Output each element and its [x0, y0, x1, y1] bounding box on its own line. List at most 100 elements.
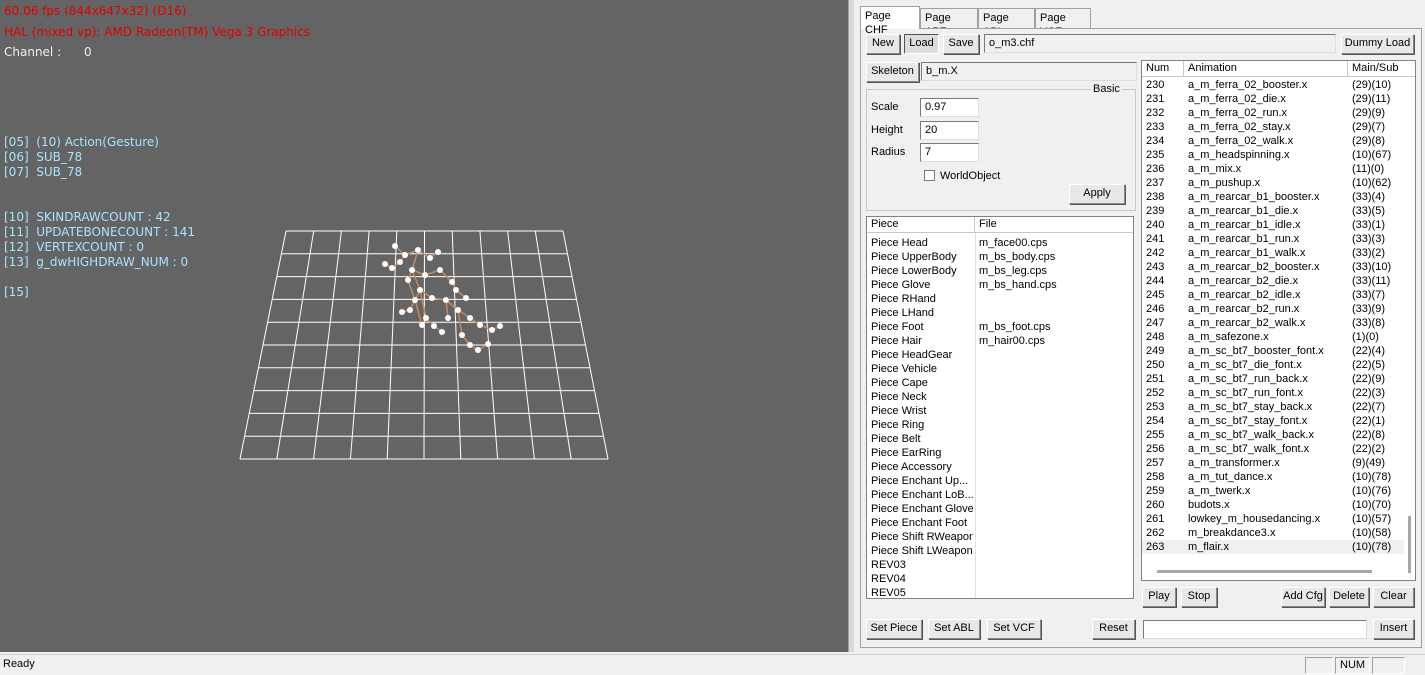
- animation-row[interactable]: 236 a_m_mix.x (11)(0): [1142, 162, 1404, 176]
- piece-row[interactable]: Piece Glove m_bs_hand.cps: [867, 278, 1133, 292]
- dummy-load-button[interactable]: Dummy Load: [1341, 34, 1414, 54]
- piece-row[interactable]: Piece HeadGear: [867, 348, 1133, 362]
- animation-row[interactable]: 230 a_m_ferra_02_booster.x (29)(10): [1142, 78, 1404, 92]
- piece-row[interactable]: Piece Shift RWeapon: [867, 530, 1133, 544]
- animation-row[interactable]: 241 a_m_rearcar_b1_run.x (33)(3): [1142, 232, 1404, 246]
- tab-page-vcf[interactable]: Page VCF: [1035, 8, 1091, 38]
- set-piece-button[interactable]: Set Piece: [866, 619, 922, 639]
- piece-row[interactable]: Piece Shift LWeapon: [867, 544, 1133, 558]
- animation-row[interactable]: 262 m_breakdance3.x (10)(58): [1142, 526, 1404, 540]
- world-object-checkbox[interactable]: [924, 170, 935, 181]
- piece-row[interactable]: Piece LowerBody m_bs_leg.cps: [867, 264, 1133, 278]
- piece-row[interactable]: Piece Wrist: [867, 404, 1133, 418]
- animation-row[interactable]: 250 a_m_sc_bt7_die_font.x (22)(5): [1142, 358, 1404, 372]
- piece-column-header[interactable]: Piece: [867, 217, 975, 233]
- piece-row[interactable]: Piece Head m_face00.cps: [867, 236, 1133, 250]
- 3d-viewport[interactable]: 60.06 fps (844x647x32) (D16) HAL (mixed …: [0, 0, 848, 652]
- animation-column-header[interactable]: Animation: [1184, 61, 1348, 77]
- main-sub-column-header[interactable]: Main/Sub: [1348, 61, 1415, 77]
- animation-row[interactable]: 238 a_m_rearcar_b1_booster.x (33)(4): [1142, 190, 1404, 204]
- skeleton-file-field[interactable]: b_m.X: [921, 62, 1137, 81]
- animation-row[interactable]: 261 lowkey_m_housedancing.x (10)(57): [1142, 512, 1404, 526]
- piece-row[interactable]: Piece Neck: [867, 390, 1133, 404]
- piece-row[interactable]: Piece Enchant LoB...: [867, 488, 1133, 502]
- animation-row[interactable]: 247 a_m_rearcar_b2_walk.x (33)(8): [1142, 316, 1404, 330]
- animation-row[interactable]: 254 a_m_sc_bt7_stay_font.x (22)(1): [1142, 414, 1404, 428]
- piece-row[interactable]: Piece UpperBody m_bs_body.cps: [867, 250, 1133, 264]
- tab-page-abl[interactable]: Page ABL: [978, 8, 1035, 38]
- piece-row[interactable]: REV04: [867, 572, 1133, 586]
- piece-row[interactable]: Piece Foot m_bs_foot.cps: [867, 320, 1133, 334]
- animation-row[interactable]: 242 a_m_rearcar_b1_walk.x (33)(2): [1142, 246, 1404, 260]
- piece-row[interactable]: Piece Enchant Foot: [867, 516, 1133, 530]
- animation-row[interactable]: 251 a_m_sc_bt7_run_back.x (22)(9): [1142, 372, 1404, 386]
- piece-row[interactable]: REV05: [867, 586, 1133, 598]
- animation-row[interactable]: 245 a_m_rearcar_b2_idle.x (33)(7): [1142, 288, 1404, 302]
- add-cfg-button[interactable]: Add Cfg: [1281, 587, 1325, 607]
- reset-button[interactable]: Reset: [1092, 619, 1135, 639]
- play-button[interactable]: Play: [1142, 587, 1176, 607]
- animation-row[interactable]: 259 a_m_twerk.x (10)(76): [1142, 484, 1404, 498]
- file-column-header[interactable]: File: [975, 217, 1133, 233]
- piece-row[interactable]: Piece Hair m_hair00.cps: [867, 334, 1133, 348]
- piece-row[interactable]: Piece Vehicle: [867, 362, 1133, 376]
- piece-row[interactable]: Piece Accessory: [867, 460, 1133, 474]
- scale-input[interactable]: 0.97: [920, 98, 979, 117]
- animation-row[interactable]: 248 a_m_safezone.x (1)(0): [1142, 330, 1404, 344]
- animation-row[interactable]: 240 a_m_rearcar_b1_idle.x (33)(1): [1142, 218, 1404, 232]
- animation-name: budots.x: [1188, 499, 1230, 511]
- height-input[interactable]: 20: [920, 121, 979, 140]
- radius-input[interactable]: 7: [920, 143, 979, 162]
- piece-row[interactable]: Piece EarRing: [867, 446, 1133, 460]
- piece-row[interactable]: Piece Ring: [867, 418, 1133, 432]
- piece-row[interactable]: Piece RHand: [867, 292, 1133, 306]
- horizontal-scrollbar-thumb[interactable]: [1157, 570, 1372, 573]
- chf-file-field[interactable]: o_m3.chf: [984, 34, 1336, 53]
- apply-button[interactable]: Apply: [1069, 184, 1125, 204]
- tab-page-abf[interactable]: Page ABF: [920, 8, 978, 38]
- animation-row[interactable]: 246 a_m_rearcar_b2_run.x (33)(9): [1142, 302, 1404, 316]
- animation-row[interactable]: 233 a_m_ferra_02_stay.x (29)(7): [1142, 120, 1404, 134]
- num-column-header[interactable]: Num: [1142, 61, 1184, 77]
- piece-row[interactable]: Piece Cape: [867, 376, 1133, 390]
- animation-row[interactable]: 255 a_m_sc_bt7_walk_back.x (22)(8): [1142, 428, 1404, 442]
- animation-row[interactable]: 253 a_m_sc_bt7_stay_back.x (22)(7): [1142, 400, 1404, 414]
- clear-button[interactable]: Clear: [1373, 587, 1414, 607]
- animation-row[interactable]: 237 a_m_pushup.x (10)(62): [1142, 176, 1404, 190]
- animation-row[interactable]: 239 a_m_rearcar_b1_die.x (33)(5): [1142, 204, 1404, 218]
- piece-row[interactable]: Piece Enchant Up...: [867, 474, 1133, 488]
- piece-row[interactable]: Piece LHand: [867, 306, 1133, 320]
- save-button[interactable]: Save: [943, 34, 979, 54]
- animation-row[interactable]: 260 budots.x (10)(70): [1142, 498, 1404, 512]
- set-vcf-button[interactable]: Set VCF: [987, 619, 1041, 639]
- piece-row[interactable]: Piece Enchant Glove: [867, 502, 1133, 516]
- animation-row[interactable]: 235 a_m_headspinning.x (10)(67): [1142, 148, 1404, 162]
- insert-button[interactable]: Insert: [1373, 619, 1414, 639]
- load-button[interactable]: Load: [904, 34, 939, 54]
- animation-row[interactable]: 244 a_m_rearcar_b2_die.x (33)(11): [1142, 274, 1404, 288]
- animation-row[interactable]: 243 a_m_rearcar_b2_booster.x (33)(10): [1142, 260, 1404, 274]
- new-button[interactable]: New: [866, 34, 900, 54]
- insert-input[interactable]: [1143, 620, 1367, 639]
- animation-row[interactable]: 234 a_m_ferra_02_walk.x (29)(8): [1142, 134, 1404, 148]
- set-abl-button[interactable]: Set ABL: [928, 619, 980, 639]
- animation-row[interactable]: 249 a_m_sc_bt7_booster_font.x (22)(4): [1142, 344, 1404, 358]
- stop-button[interactable]: Stop: [1181, 587, 1217, 607]
- animation-list[interactable]: Num Animation Main/Sub 230 a_m_ferra_02_b…: [1141, 60, 1416, 581]
- skeleton-joint: [443, 297, 449, 303]
- animation-row[interactable]: 252 a_m_sc_bt7_run_font.x (22)(3): [1142, 386, 1404, 400]
- skeleton-button[interactable]: Skeleton: [866, 62, 919, 82]
- tab-page-chf[interactable]: Page CHF: [860, 6, 920, 36]
- piece-row[interactable]: REV03: [867, 558, 1133, 572]
- animation-row[interactable]: 256 a_m_sc_bt7_walk_font.x (22)(2): [1142, 442, 1404, 456]
- vertical-scrollbar-thumb[interactable]: [1408, 516, 1411, 573]
- animation-row[interactable]: 231 a_m_ferra_02_die.x (29)(11): [1142, 92, 1404, 106]
- animation-row[interactable]: 232 a_m_ferra_02_run.x (29)(9): [1142, 106, 1404, 120]
- piece-row[interactable]: Piece Belt: [867, 432, 1133, 446]
- animation-row[interactable]: 257 a_m_transformer.x (9)(49): [1142, 456, 1404, 470]
- animation-row[interactable]: 263 m_flair.x (10)(78): [1142, 540, 1404, 554]
- piece-list[interactable]: Piece File Piece Head m_face00.cps Piece U…: [866, 216, 1134, 599]
- animation-name: a_m_sc_bt7_booster_font.x: [1188, 345, 1324, 357]
- delete-button[interactable]: Delete: [1329, 587, 1369, 607]
- animation-row[interactable]: 258 a_m_tut_dance.x (10)(78): [1142, 470, 1404, 484]
